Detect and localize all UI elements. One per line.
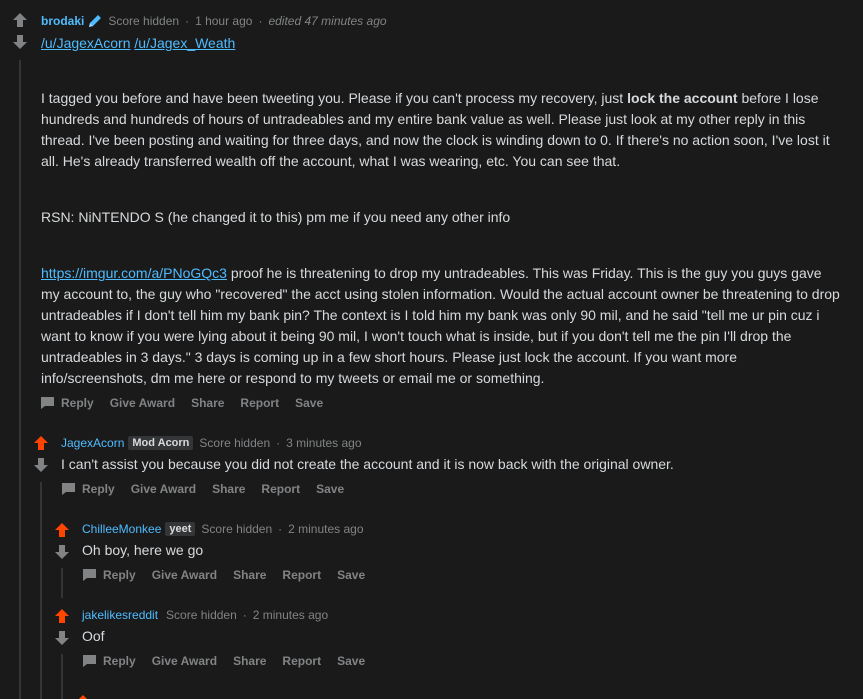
comment-meta: ChilleeMonkee yeet Score hidden · 2 minu… (82, 520, 364, 538)
comment-body: /u/JagexAcorn /u/Jagex_Weath I tagged yo… (41, 33, 841, 389)
downvote-icon[interactable] (33, 457, 49, 473)
save-button[interactable]: Save (337, 568, 365, 582)
paragraph: https://imgur.com/a/PNoGQc3 proof he is … (41, 263, 841, 389)
upvote-icon[interactable] (54, 522, 70, 538)
upvote-icon[interactable] (33, 435, 49, 451)
save-button[interactable]: Save (337, 654, 365, 668)
save-button[interactable]: Save (316, 482, 344, 496)
comment-body: Oh boy, here we go (82, 540, 842, 561)
author-name[interactable]: brodaki (41, 14, 84, 28)
user-mention-link[interactable]: /u/Jagex_Weath (134, 35, 235, 51)
user-flair: yeet (165, 522, 196, 536)
bold-text: lock the account (627, 90, 738, 106)
reply-label: Reply (103, 568, 136, 582)
upvote-icon[interactable] (75, 694, 91, 699)
give-award-button[interactable]: Give Award (110, 396, 175, 410)
upvote-icon[interactable] (12, 12, 28, 28)
report-button[interactable]: Report (282, 568, 321, 582)
give-award-button[interactable]: Give Award (152, 568, 217, 582)
score: Score hidden (201, 522, 273, 536)
thread-line[interactable] (61, 568, 63, 598)
separator: · (185, 14, 190, 28)
save-button[interactable]: Save (295, 396, 323, 410)
timestamp[interactable]: 1 hour ago (195, 14, 252, 28)
user-mention-link[interactable]: /u/JagexAcorn (41, 35, 131, 51)
report-button[interactable]: Report (261, 482, 300, 496)
timestamp[interactable]: 2 minutes ago (288, 522, 363, 536)
reply-label: Reply (103, 654, 136, 668)
pencil-icon (88, 14, 102, 28)
comment-bubble-icon (83, 655, 96, 667)
comment-body: I can't assist you because you did not c… (61, 454, 841, 475)
comment-bubble-icon (83, 569, 96, 581)
imgur-link[interactable]: https://imgur.com/a/PNoGQc3 (41, 265, 227, 281)
separator: · (276, 436, 281, 450)
score: Score hidden (199, 436, 271, 450)
report-button[interactable]: Report (240, 396, 279, 410)
share-button[interactable]: Share (233, 654, 266, 668)
thread-line[interactable] (61, 654, 63, 699)
comment-actions: Reply Give Award Share Report Save (40, 394, 339, 412)
score: Score hidden (108, 14, 180, 28)
give-award-button[interactable]: Give Award (152, 654, 217, 668)
reply-label: Reply (82, 482, 115, 496)
comment-actions: Reply Give Award Share Report Save (61, 480, 360, 498)
reply-label: Reply (61, 396, 94, 410)
separator: · (278, 522, 283, 536)
downvote-icon[interactable] (54, 630, 70, 646)
separator: · (242, 608, 247, 622)
text-run: proof he is threatening to drop my untra… (41, 265, 840, 386)
give-award-button[interactable]: Give Award (131, 482, 196, 496)
edited-timestamp: edited 47 minutes ago (268, 14, 387, 28)
share-button[interactable]: Share (233, 568, 266, 582)
comment-actions: Reply Give Award Share Report Save (82, 566, 381, 584)
score: Score hidden (166, 608, 237, 622)
comment-bubble-icon (62, 483, 75, 495)
separator: · (258, 14, 263, 28)
paragraph: Oh boy, here we go (82, 542, 204, 558)
author-name[interactable]: JagexAcorn (61, 436, 124, 450)
paragraph: RSN: NiNTENDO S (he changed it to this) … (41, 209, 511, 225)
comment-bubble-icon (41, 397, 54, 409)
comment-meta: jakelikesreddit Score hidden · 2 minutes… (82, 606, 328, 624)
comment-meta: JagexAcorn Mod Acorn Score hidden · 3 mi… (61, 434, 362, 452)
user-flair: Mod Acorn (128, 436, 194, 450)
reply-button[interactable]: Reply (61, 482, 115, 496)
reply-button[interactable]: Reply (40, 396, 94, 410)
paragraph: Oof (82, 628, 105, 644)
thread-line[interactable] (19, 60, 21, 699)
paragraph: I can't assist you because you did not c… (61, 456, 674, 472)
upvote-icon[interactable] (54, 608, 70, 624)
comment-actions: Reply Give Award Share Report Save (82, 652, 381, 670)
mentions-line: /u/JagexAcorn /u/Jagex_Weath (41, 33, 841, 54)
timestamp[interactable]: 3 minutes ago (286, 436, 361, 450)
reply-button[interactable]: Reply (82, 568, 136, 582)
comment-body: Oof (82, 626, 842, 647)
author-name[interactable]: jakelikesreddit (82, 608, 158, 622)
share-button[interactable]: Share (191, 396, 224, 410)
downvote-icon[interactable] (54, 544, 70, 560)
reply-button[interactable]: Reply (82, 654, 136, 668)
comment-meta: brodaki Score hidden · 1 hour ago · edit… (41, 12, 387, 30)
report-button[interactable]: Report (282, 654, 321, 668)
text-run: I tagged you before and have been tweeti… (41, 90, 628, 106)
thread-line[interactable] (40, 482, 42, 699)
timestamp[interactable]: 2 minutes ago (253, 608, 328, 622)
comment-thread: brodaki Score hidden · 1 hour ago · edit… (0, 0, 863, 699)
paragraph: I tagged you before and have been tweeti… (41, 88, 841, 172)
share-button[interactable]: Share (212, 482, 245, 496)
author-name[interactable]: ChilleeMonkee (82, 522, 161, 536)
downvote-icon[interactable] (12, 34, 28, 50)
